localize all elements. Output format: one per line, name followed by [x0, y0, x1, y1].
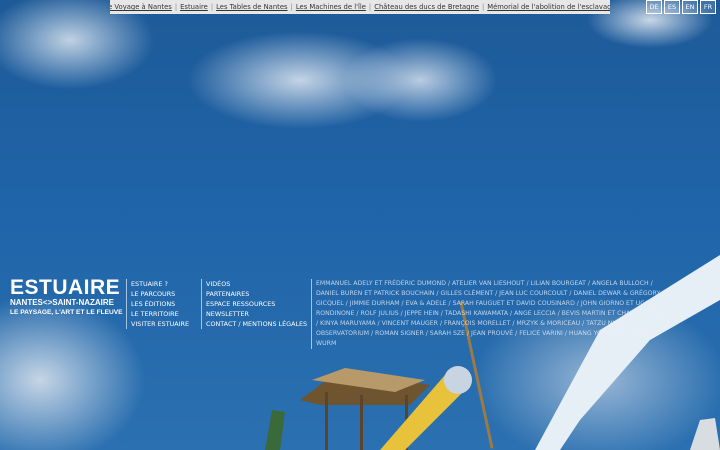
- logo-subtitle: NANTES<>SAINT-NAZAIRE: [10, 298, 115, 307]
- nav-visiter-estuaire[interactable]: VISITER ESTUAIRE: [131, 319, 189, 329]
- language-en[interactable]: EN: [682, 0, 698, 14]
- nav-videos[interactable]: VIDÉOS: [206, 279, 307, 289]
- topbar-link-machines-de-l-ile[interactable]: Les Machines de l'île: [296, 3, 366, 11]
- nav-espace-ressources[interactable]: ESPACE RESSOURCES: [206, 299, 307, 309]
- separator: |: [290, 3, 293, 11]
- topbar-link-memorial-abolition[interactable]: Mémorial de l'abolition de l'esclavage: [487, 3, 610, 11]
- main-nav-secondary: VIDÉOS PARTENAIRES ESPACE RESSOURCES NEW…: [201, 279, 307, 329]
- logo-tagline: LE PAYSAGE, L'ART ET LE FLEUVE: [10, 309, 123, 316]
- language-es[interactable]: ES: [664, 0, 680, 14]
- artists-list: EMMANUEL ADELY ET FRÉDÉRIC DUMOND / ATEL…: [311, 279, 668, 349]
- nav-newsletter[interactable]: NEWSLETTER: [206, 309, 307, 319]
- nav-le-parcours[interactable]: LE PARCOURS: [131, 289, 189, 299]
- nav-estuaire[interactable]: ESTUAIRE ?: [131, 279, 189, 289]
- topbar-link-voyage-a-nantes[interactable]: Le Voyage à Nantes: [110, 3, 172, 11]
- separator: |: [481, 3, 485, 11]
- nav-partenaires[interactable]: PARTENAIRES: [206, 289, 307, 299]
- partner-sites-bar: Le Voyage à Nantes | Estuaire | Les Tabl…: [110, 0, 610, 14]
- language-switcher: DE ES EN FR: [646, 0, 716, 14]
- topbar-link-estuaire[interactable]: Estuaire: [180, 3, 208, 11]
- estuaire-logo[interactable]: ESTUAIRE NANTES<>SAINT-NAZAIRE LE PAYSAG…: [10, 276, 123, 317]
- language-fr[interactable]: FR: [700, 0, 716, 14]
- separator: |: [174, 3, 178, 11]
- language-de[interactable]: DE: [646, 0, 662, 14]
- nav-le-territoire[interactable]: LE TERRITOIRE: [131, 309, 189, 319]
- main-nav-primary: ESTUAIRE ? LE PARCOURS LES ÉDITIONS LE T…: [126, 279, 189, 329]
- sculpture-silhouette: [265, 255, 720, 450]
- nav-les-editions[interactable]: LES ÉDITIONS: [131, 299, 189, 309]
- separator: |: [368, 3, 372, 11]
- logo-title: ESTUAIRE: [10, 276, 121, 299]
- separator: |: [210, 3, 214, 11]
- topbar-link-chateau-des-ducs[interactable]: Château des ducs de Bretagne: [374, 3, 479, 11]
- nav-contact-mentions[interactable]: CONTACT / MENTIONS LÉGALES: [206, 319, 307, 329]
- topbar-link-tables-de-nantes[interactable]: Les Tables de Nantes: [216, 3, 287, 11]
- hero-background-photo: [0, 0, 720, 450]
